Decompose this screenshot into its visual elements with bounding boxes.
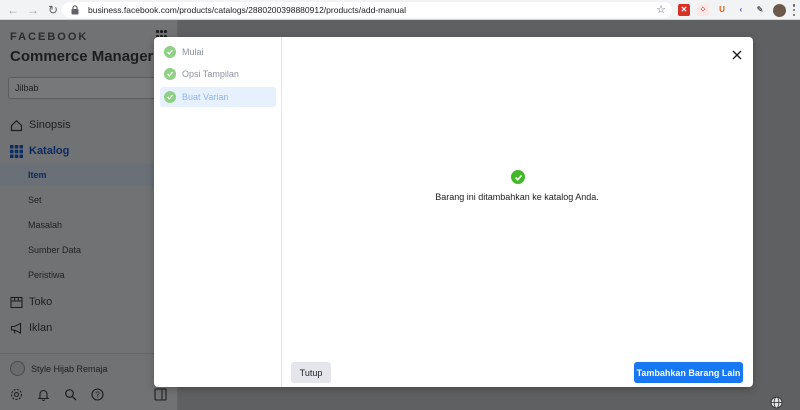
brand-wordmark: FACEBOOK [10, 31, 89, 43]
business-account[interactable]: Style Hijab Remaja [10, 361, 108, 376]
sidebar-divider [0, 353, 178, 354]
lock-icon [70, 4, 80, 16]
add-item-dialog: Mulai Opsi Tampilan Buat Varian Barang i… [154, 37, 753, 387]
browser-toolbar: ← → ↻ business.facebook.com/products/cat… [0, 0, 800, 20]
extension-pink-icon[interactable]: ⁘ [697, 4, 709, 16]
nav-item-toko[interactable]: Toko [10, 294, 52, 310]
check-icon [164, 68, 176, 80]
back-icon[interactable]: ← [6, 3, 20, 17]
extension-purple-icon[interactable]: ‹ [735, 4, 747, 16]
grid-icon [10, 144, 23, 158]
step-opsi-tampilan[interactable]: Opsi Tampilan [160, 64, 276, 84]
extension-u-icon[interactable]: U [716, 4, 728, 16]
star-icon[interactable]: ☆ [656, 3, 666, 16]
megaphone-icon [10, 322, 23, 335]
bell-icon[interactable] [37, 388, 50, 401]
search-icon[interactable] [64, 388, 77, 401]
success-message: Barang ini ditambahkan ke katalog Anda. [435, 192, 599, 202]
step-label: Mulai [182, 47, 204, 57]
nav-item-katalog[interactable]: Katalog [10, 143, 69, 159]
step-label: Opsi Tampilan [182, 69, 239, 79]
close-icon[interactable] [732, 47, 742, 60]
step-label: Buat Varian [182, 92, 229, 102]
sub-item-set[interactable]: Set [0, 189, 178, 211]
check-icon [164, 46, 176, 58]
nav-item-sinopsis[interactable]: Sinopsis [10, 117, 71, 133]
sidebar: FACEBOOK Commerce Manager Jilbab Sinopsi… [0, 20, 178, 410]
add-another-item-button[interactable]: Tambahkan Barang Lain [634, 362, 743, 383]
svg-text:?: ? [95, 390, 100, 399]
settings-icon[interactable] [10, 388, 23, 401]
step-list: Mulai Opsi Tampilan Buat Varian [154, 37, 282, 387]
extension-puzzle-icon[interactable]: ✎ [754, 4, 766, 16]
catalog-selector[interactable]: Jilbab [8, 77, 170, 99]
home-icon [10, 119, 23, 132]
step-buat-varian[interactable]: Buat Varian [160, 87, 276, 107]
nav-label-katalog: Katalog [29, 145, 70, 157]
forward-icon[interactable]: → [26, 3, 40, 17]
url-text: business.facebook.com/products/catalogs/… [88, 5, 407, 15]
reload-icon[interactable]: ↻ [46, 3, 60, 17]
sub-item-sumber-data[interactable]: Sumber Data [0, 239, 178, 261]
nav-item-iklan[interactable]: Iklan [10, 320, 52, 336]
nav-label-toko: Toko [29, 296, 53, 308]
check-icon [164, 91, 176, 103]
app-title: Commerce Manager [10, 48, 154, 65]
close-button[interactable]: Tutup [291, 362, 331, 383]
help-icon[interactable]: ? [91, 388, 104, 401]
nav-label-iklan: Iklan [29, 322, 53, 334]
sub-item-masalah[interactable]: Masalah [0, 214, 178, 236]
address-bar[interactable]: business.facebook.com/products/catalogs/… [62, 2, 672, 18]
globe-icon[interactable] [770, 396, 783, 409]
profile-avatar[interactable] [773, 3, 786, 17]
sub-item-item[interactable]: Item [0, 164, 178, 186]
nav-label-sinopsis: Sinopsis [29, 119, 71, 131]
sub-item-peristiwa[interactable]: Peristiwa [0, 264, 178, 286]
sidebar-footer: ? [10, 388, 170, 401]
step-mulai[interactable]: Mulai [160, 42, 276, 62]
business-name: Style Hijab Remaja [31, 363, 108, 374]
shop-icon [10, 296, 23, 309]
success-check-icon [511, 170, 525, 184]
extension-red-icon[interactable]: ✕ [678, 4, 690, 16]
chrome-menu-icon[interactable] [792, 4, 796, 16]
collapse-sidebar-icon[interactable] [154, 388, 167, 401]
business-logo [10, 361, 25, 376]
